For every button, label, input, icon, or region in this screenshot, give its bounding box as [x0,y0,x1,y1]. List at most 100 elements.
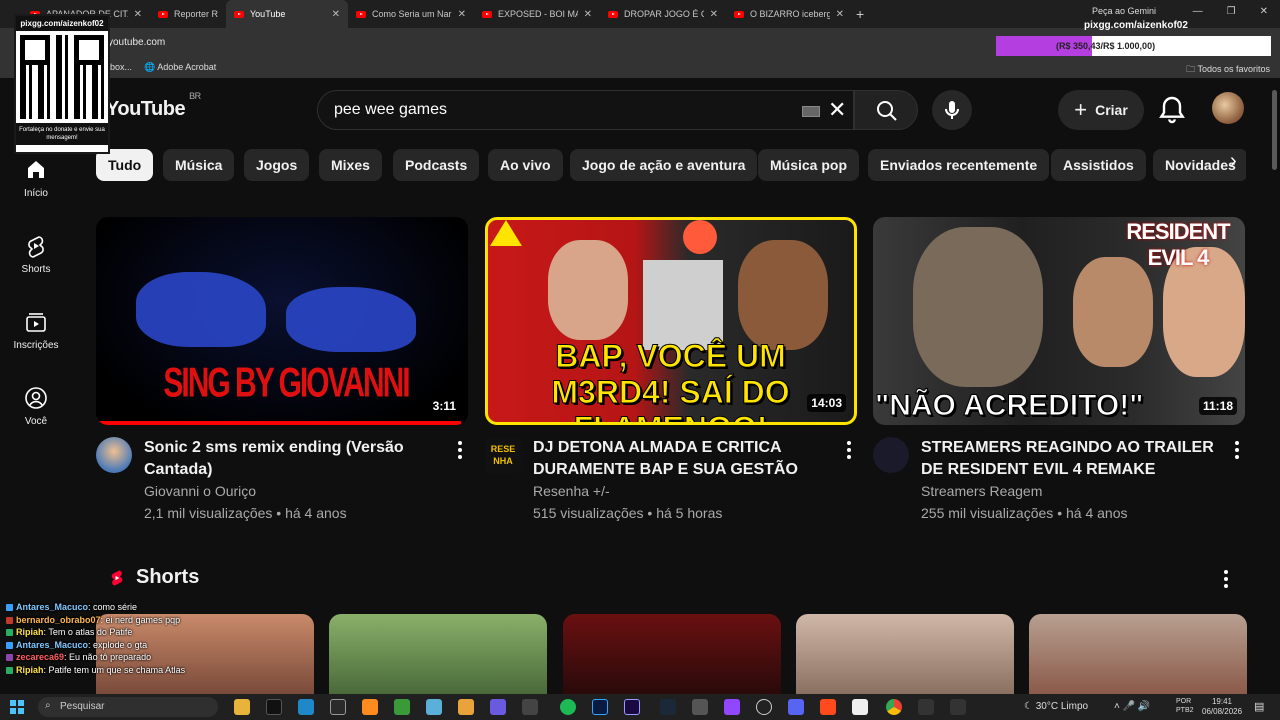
channel-avatar[interactable] [873,437,909,473]
video-thumbnail[interactable]: SING BY GIOVANNI 3:11 [96,217,468,425]
chip[interactable]: Jogo de ação e aventura [570,149,758,181]
voice-search-button[interactable] [932,90,972,130]
search-icon: ⌕ [45,700,51,711]
app-icon[interactable] [692,699,708,715]
close-tab-icon[interactable]: ✕ [332,9,340,20]
new-tab-button[interactable]: + [856,6,864,22]
more-actions-icon[interactable] [847,441,851,462]
chrome-icon[interactable] [886,699,902,715]
create-button[interactable]: + Criar [1058,90,1144,130]
channel-avatar[interactable]: RESE NHA [485,437,521,473]
all-favorites-button[interactable]: 🗀 Todos os favoritos [1186,62,1270,78]
app-icon[interactable] [950,699,966,715]
keyboard-icon[interactable] [802,106,820,117]
more-actions-icon[interactable] [1224,570,1228,591]
chip[interactable]: Jogos [244,149,310,181]
photoshop-icon[interactable] [592,699,608,715]
app-icon[interactable] [394,699,410,715]
chip[interactable]: Podcasts [393,149,480,181]
chip[interactable]: Mixes [319,149,382,181]
chip[interactable]: Música [163,149,235,181]
clear-search-icon[interactable]: ✕ [828,97,846,123]
steam-icon[interactable] [660,699,676,715]
short-thumbnail[interactable] [796,614,1014,694]
chip[interactable]: Enviados recentemente [868,149,1050,181]
app-icon[interactable] [490,699,506,715]
bookmark-item[interactable]: box... [110,62,132,72]
close-tab-icon[interactable]: ✕ [134,9,142,20]
video-title[interactable]: Sonic 2 sms remix ending (Versão Cantada… [144,437,444,481]
person-right [738,240,828,350]
app-icon[interactable] [918,699,934,715]
short-thumbnail[interactable] [329,614,547,694]
channel-name[interactable]: Streamers Reagem [921,483,1042,499]
video-thumbnail[interactable]: BAP, VOCÊ UM M3RD4! SAÍ DO FLAMENGO! 14:… [485,217,857,425]
close-tab-icon[interactable]: ✕ [458,9,466,20]
close-tab-icon[interactable]: ✕ [710,9,718,20]
taskbar-search[interactable]: ⌕ Pesquisar [38,697,218,717]
video-title[interactable]: STREAMERS REAGINDO AO TRAILER DE RESIDEN… [921,437,1221,481]
chip[interactable]: Música pop [758,149,860,181]
notifications-bell-icon[interactable] [1156,94,1188,126]
channel-name[interactable]: Giovanni o Ouriço [144,483,256,499]
app-icon[interactable] [330,699,346,715]
maximize-icon[interactable]: ❐ [1227,6,1236,17]
app-icon[interactable] [820,699,836,715]
system-tray[interactable]: ˄ 🎤 🔊 [1114,701,1150,712]
chip[interactable]: Assistidos [1051,149,1146,181]
browser-tab-active[interactable]: YouTube ✕ [226,0,348,28]
weather-widget[interactable]: ☾ 30°C Limpo [1024,701,1088,712]
notepad-icon[interactable] [852,699,868,715]
premiere-icon[interactable] [624,699,640,715]
browser-tab[interactable]: DROPAR JOGO É CRIM ✕ [600,0,726,28]
close-tab-icon[interactable]: ✕ [836,9,844,20]
search-input[interactable] [334,101,774,119]
spotify-icon[interactable] [560,699,576,715]
channel-name[interactable]: Resenha +/- [533,483,610,499]
account-avatar[interactable] [1212,92,1244,124]
channel-avatar[interactable] [96,437,132,473]
gemini-button[interactable]: Peça ao Gemini [1092,6,1156,16]
bookmark-adobe-acrobat[interactable]: 🌐 Adobe Acrobat [144,62,216,73]
more-actions-icon[interactable] [1235,441,1239,462]
app-icon[interactable] [426,699,442,715]
sidebar-item-you[interactable]: Você [0,386,72,427]
short-thumbnail[interactable] [1029,614,1247,694]
browser-tab[interactable]: O BIZARRO iceberg d ✕ [726,0,852,28]
notification-icon[interactable]: ▤ [1254,700,1264,713]
app-icon[interactable] [458,699,474,715]
chip[interactable]: Ao vivo [488,149,563,181]
chevron-right-icon[interactable]: › [1230,150,1237,173]
minimize-icon[interactable]: — [1193,6,1203,17]
browser-tab[interactable]: EXPOSED - BOI MACU ✕ [474,0,600,28]
file-explorer-icon[interactable] [234,699,250,715]
sidebar-item-subscriptions[interactable]: Inscrições [0,310,72,351]
more-actions-icon[interactable] [458,441,462,462]
url-field[interactable]: youtube.com [108,37,165,48]
twitch-icon[interactable] [724,699,740,715]
search-button[interactable] [854,90,918,130]
app-icon[interactable] [362,699,378,715]
sidebar-item-home[interactable]: Início [0,158,72,199]
video-card[interactable]: RESIDENT EVIL 4 "NÃO ACREDITO!" 11:18 ST… [873,217,1245,527]
sidebar-item-shorts[interactable]: Shorts [0,234,72,275]
app-icon[interactable] [266,699,282,715]
discord-icon[interactable] [788,699,804,715]
close-window-icon[interactable]: ✕ [1260,6,1268,17]
taskbar-clock[interactable]: 19:41 06/08/2026 [1202,697,1242,717]
app-icon[interactable] [522,699,538,715]
video-card[interactable]: SING BY GIOVANNI 3:11 Sonic 2 sms remix … [96,217,468,527]
page-scrollbar[interactable] [1272,90,1277,170]
video-title[interactable]: DJ DETONA ALMADA E CRITICA DURAMENTE BAP… [533,437,833,481]
browser-tab[interactable]: Como Seria um Naruto ✕ [348,0,474,28]
windows-start-icon[interactable] [10,700,24,714]
video-card[interactable]: BAP, VOCÊ UM M3RD4! SAÍ DO FLAMENGO! 14:… [485,217,857,527]
video-thumbnail[interactable]: RESIDENT EVIL 4 "NÃO ACREDITO!" 11:18 [873,217,1245,425]
app-icon[interactable] [298,699,314,715]
browser-tab[interactable]: Reporter Reser [150,0,226,28]
youtube-logo[interactable]: YouTubeBR [106,91,201,121]
close-tab-icon[interactable]: ✕ [584,9,592,20]
obs-icon[interactable] [756,699,772,715]
short-thumbnail[interactable] [563,614,781,694]
language-indicator[interactable]: POR PTB2 [1176,697,1194,715]
